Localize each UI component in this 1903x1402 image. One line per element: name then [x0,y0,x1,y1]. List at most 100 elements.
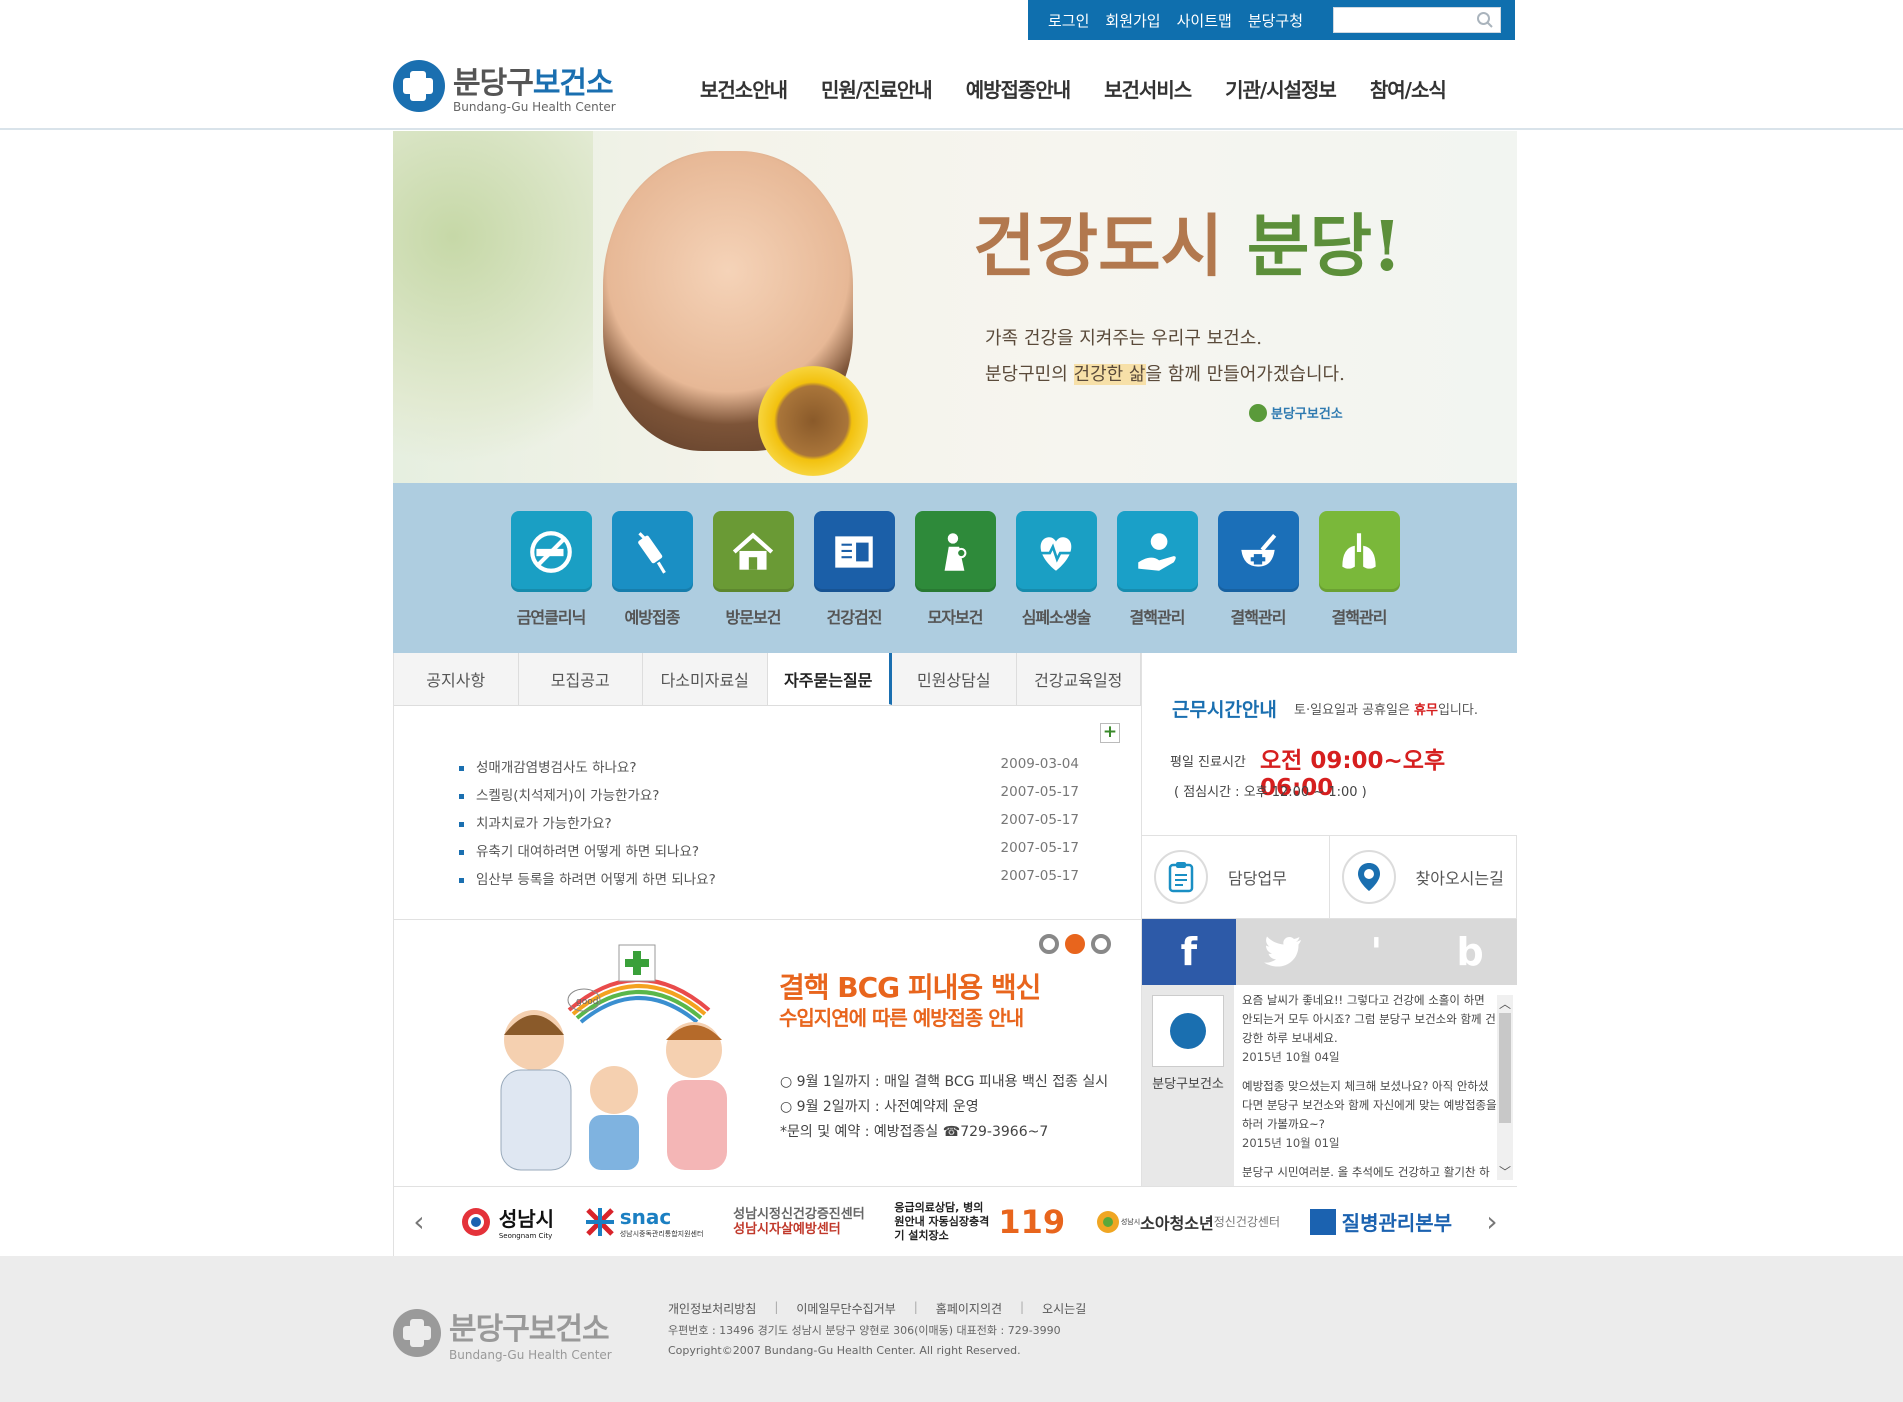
board-section: 공지사항 모집공고 다소미자료실 자주묻는질문 민원상담실 건강교육일정 + 성매개감염병… [393,653,1141,919]
email-refusal-link[interactable]: 이메일무단수집거부 [796,1300,895,1317]
working-hours-panel: 근무시간안내 토·일요일과 공휴일은 휴무입니다. 평일 진료시간 오전 09:… [1141,653,1517,836]
sns-post-date: 2015년 10월 01일 [1242,1136,1340,1150]
scroll-thumb[interactable] [1499,1013,1511,1123]
directions-link[interactable]: 찾아오시는길 [1329,836,1517,919]
partner-youth-sub: 정신건강센터 [1213,1215,1280,1229]
sns-post-text[interactable]: 분당구 시민여러분. 올 추석에도 건강하고 활기찬 하 [1242,1163,1497,1181]
footer-copyright: Copyright©2007 Bundang-Gu Health Center.… [668,1344,1021,1357]
quick-item-4[interactable]: 건강검진 [804,511,905,653]
footer-cross-icon [393,1309,441,1357]
utility-bar: 로그인 회원가입 사이트맵 분당구청 [1028,0,1515,40]
feedback-link[interactable]: 홈페이지의견 [936,1300,1002,1317]
clipboard-icon [1154,850,1208,904]
banner-dot-1[interactable] [1039,934,1059,954]
house-icon [712,511,794,592]
post-title[interactable]: 임산부 등록을 하려면 어떻게 하면 되나요? [459,868,716,896]
nav-news[interactable]: 참여/소식 [1370,74,1447,103]
list-item[interactable]: 임산부 등록을 하려면 어떻게 하면 되나요? 2007-05-17 [459,868,1079,896]
post-title[interactable]: 성매개감염병검사도 하나요? [459,756,637,784]
quick-item-8[interactable]: 결핵관리 [1208,511,1309,653]
nav-facility-info[interactable]: 기관/시설정보 [1225,74,1337,103]
board-tab-2[interactable]: 모집공고 [518,653,643,705]
blog-tab[interactable]: b [1423,919,1517,985]
sns-post-text[interactable]: 요즘 날씨가 좋네요!! 그렇다고 건강에 소홀이 하면 안되는거 모두 아시죠… [1242,991,1497,1048]
nav-center-info[interactable]: 보건소안내 [700,74,788,103]
quick-item-label: 예방접종 [624,608,681,627]
quick-item-2[interactable]: 예방접종 [602,511,703,653]
scroll-down-icon[interactable]: ﹀ [1499,1163,1511,1180]
seongnam-logo-icon [461,1207,490,1236]
hours-title: 근무시간안내 [1172,699,1277,721]
post-title[interactable]: 유축기 대여하려면 어떻게 하면 되나요? [459,840,699,868]
post-title[interactable]: 치과치료가 가능한가요? [459,812,612,840]
partner-mental-health[interactable]: 성남시정신건강증진센터 성남시자살예방센터 [733,1207,865,1237]
board-tab-4[interactable]: 자주묻는질문 [767,653,892,705]
sns-post-text[interactable]: 예방접종 맞으셨는지 체크해 보셨나요? 아직 안하셨다면 분당구 보건소와 함… [1242,1077,1497,1134]
board-tab-3[interactable]: 다소미자료실 [643,653,768,705]
hero-sub2-highlight: 건강한 삶 [1073,364,1146,385]
quick-item-label: 건강검진 [826,608,883,627]
more-plus-button[interactable]: + [1100,723,1120,743]
quick-item-9[interactable]: 결핵관리 [1309,511,1410,653]
partner-youth-pre: 성남시 [1120,1217,1141,1226]
join-link[interactable]: 회원가입 [1105,10,1160,31]
hero-foliage [393,131,593,483]
banner-dot-3[interactable] [1091,934,1111,954]
partner-prev-icon[interactable]: ‹ [394,1205,444,1238]
partner-next-icon[interactable]: › [1467,1205,1517,1238]
kakaostory-tab[interactable]: ' [1329,919,1424,985]
quick-service-icons: 금연클리닉 예방접종 방문보건 건강검진 모자보건 심폐소생술 결핵관리 결핵관리 결핵관리 [393,483,1517,653]
main-navigation: 보건소안내 민원/진료안내 예방접종안내 보건서비스 기관/시설정보 참여/소식 [700,74,1480,103]
post-title[interactable]: 스켈링(치석제거)이 가능한가요? [459,784,659,812]
site-logo[interactable]: 분당구보건소 Bundang-Gu Health Center [393,58,616,114]
partner-kcdc[interactable]: 질병관리본부 [1309,1207,1453,1236]
footer-address: 우편번호 : 13496 경기도 성남시 분당구 양현로 306(이매동) 대표… [668,1324,1061,1337]
footer: 분당구보건소 Bundang-Gu Health Center 개인정보처리방침… [0,1256,1903,1402]
quick-item-6[interactable]: 심폐소생술 [1006,511,1107,653]
search-icon[interactable] [1476,11,1494,29]
mini-logo-icon [1249,403,1267,422]
board-tab-6[interactable]: 건강교육일정 [1016,653,1141,705]
sns-scrollbar[interactable]: ︿ ﹀ [1497,995,1513,1180]
list-item[interactable]: 치과치료가 가능한가요? 2007-05-17 [459,812,1079,840]
login-link[interactable]: 로그인 [1048,10,1089,31]
partner-kcdc-name: 질병관리본부 [1341,1211,1453,1235]
notice-banner[interactable]: good 결핵 BCG 피내용 백신 수입지연에 따른 예방접종 안내 ○ 9월… [393,919,1141,1186]
partner-seongnam-sub: Seongnam City [498,1232,553,1240]
partner-119[interactable]: 응급의료상담, 병의원안내 자동심장충격기 설치장소 119 [894,1201,1065,1243]
facebook-tab[interactable]: f [1142,919,1236,985]
bundang-office-link[interactable]: 분당구청 [1248,10,1303,31]
quick-item-label: 결핵관리 [1129,608,1186,627]
hero-subtitle: 가족 건강을 지켜주는 우리구 보건소. 분당구민의 건강한 삶을 함께 만들어… [985,321,1345,393]
quick-item-label: 금연클리닉 [516,608,587,627]
twitter-tab[interactable] [1235,919,1330,985]
partner-seongnam[interactable]: 성남시 Seongnam City [459,1203,554,1240]
list-item[interactable]: 성매개감염병검사도 하나요? 2009-03-04 [459,756,1079,784]
nav-civil-care[interactable]: 민원/진료안내 [821,74,933,103]
footer-directions-link[interactable]: 오시는길 [1042,1300,1086,1317]
partner-youth-mental[interactable]: 성남시 소아청소년 정신건강센터 [1095,1209,1280,1235]
nav-vaccination[interactable]: 예방접종안내 [966,74,1071,103]
list-item[interactable]: 유축기 대여하려면 어떻게 하면 되나요? 2007-05-17 [459,840,1079,868]
post-date: 2007-05-17 [1000,840,1079,856]
quick-item-7[interactable]: 결핵관리 [1107,511,1208,653]
board-tab-1[interactable]: 공지사항 [394,653,519,705]
hero-sub2a: 분당구민의 [985,364,1074,385]
duty-link[interactable]: 담당업무 [1142,836,1330,919]
search-input[interactable] [1346,9,1477,31]
privacy-policy-link[interactable]: 개인정보처리방침 [668,1300,756,1317]
list-item[interactable]: 스켈링(치석제거)이 가능한가요? 2007-05-17 [459,784,1079,812]
hero-sub-line1: 가족 건강을 지켜주는 우리구 보건소. [985,328,1263,349]
scroll-up-icon[interactable]: ︿ [1499,995,1511,1012]
no-smoking-icon [510,511,592,592]
sitemap-link[interactable]: 사이트맵 [1177,10,1232,31]
board-tab-5[interactable]: 민원상담실 [892,653,1017,705]
partner-youth-name: 소아청소년 [1140,1213,1214,1233]
partner-snac[interactable]: snac 성남시중독관리통합지원센터 [584,1205,703,1239]
quick-item-5[interactable]: 모자보건 [905,511,1006,653]
nav-health-service[interactable]: 보건서비스 [1104,74,1192,103]
quick-item-3[interactable]: 방문보건 [703,511,804,653]
quick-item-1[interactable]: 금연클리닉 [501,511,602,653]
banner-dot-2[interactable] [1065,934,1085,954]
heart-pulse-icon [1015,511,1097,592]
